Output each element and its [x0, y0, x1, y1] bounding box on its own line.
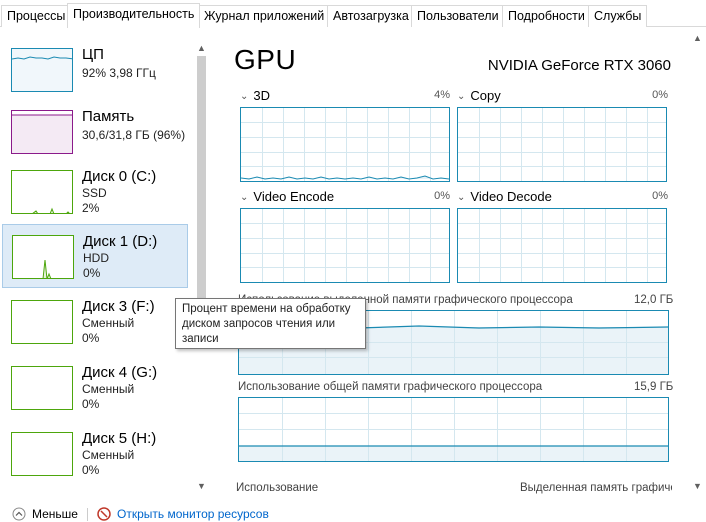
sidebar-item-disk-0[interactable]: Диск 0 (C:) SSD 2% [2, 160, 188, 224]
tooltip: Процент времени на обработку диском запр… [175, 298, 366, 349]
engine-graph-video-encode [240, 208, 450, 283]
sidebar-item-subtext: Сменный [82, 382, 135, 396]
engine-label: Video Decode [470, 189, 552, 204]
chevron-down-icon: ⌄ [457, 91, 466, 102]
sidebar-item-percent: 0% [82, 331, 100, 345]
page-title: GPU [234, 44, 297, 75]
cpu-thumbnail-graph [11, 48, 73, 92]
dedicated-memory-stat-label: Выделенная память графического процессор… [520, 482, 672, 494]
engine-percent: 0% [652, 89, 668, 101]
disk-0-thumbnail-graph [11, 170, 73, 214]
dedicated-memory-value: 12,0 ГБ [634, 294, 674, 306]
scroll-up-arrow-icon[interactable]: ▲ [689, 32, 706, 44]
sidebar-item-percent: 2% [82, 201, 100, 215]
sidebar-item-label: Диск 5 (H:) [82, 430, 157, 447]
sidebar-item-percent: 0% [82, 397, 100, 411]
tab-services[interactable]: Службы [588, 5, 648, 27]
engine-graph-video-decode [457, 208, 667, 283]
sidebar-item-label: Диск 1 (D:) [83, 233, 158, 250]
scrollbar-thumb[interactable] [197, 56, 206, 316]
sidebar-scrollbar[interactable]: ▲ ▼ [193, 42, 210, 494]
sidebar-item-subtext: HDD [83, 251, 109, 265]
engine-graph-3d [240, 107, 450, 182]
sidebar-item-memory[interactable]: Память 30,6/31,8 ГБ (96%) [2, 100, 188, 164]
tab-app-history[interactable]: Журнал приложений [198, 5, 331, 27]
sidebar-item-subtext: Сменный [82, 316, 135, 330]
fewer-details-button[interactable]: Меньше [12, 507, 78, 521]
shared-memory-graph [238, 397, 669, 462]
engine-selector-video-decode[interactable]: ⌄ Video Decode [457, 189, 552, 207]
tab-processes[interactable]: Процессы [1, 5, 72, 27]
tab-startup[interactable]: Автозагрузка [327, 5, 415, 27]
disk-1-thumbnail-graph [12, 235, 74, 279]
engine-label: Video Encode [253, 189, 335, 204]
engine-percent: 0% [434, 190, 450, 202]
sidebar-item-subtext: Сменный [82, 448, 135, 462]
disk-4-thumbnail-graph [11, 366, 73, 410]
sidebar-item-percent: 0% [82, 463, 100, 477]
sidebar: ЦП 92% 3,98 ГГц Память 30,6/31,8 ГБ (96%… [0, 28, 212, 494]
shared-memory-value: 15,9 ГБ [634, 381, 674, 393]
sidebar-item-disk-3[interactable]: Диск 3 (F:) Сменный 0% [2, 290, 188, 354]
usage-label: Использование [236, 482, 319, 494]
fewer-details-label: Меньше [32, 507, 78, 521]
sidebar-item-label: Диск 3 (F:) [82, 298, 155, 315]
sidebar-item-cpu[interactable]: ЦП 92% 3,98 ГГц [2, 38, 188, 102]
engine-label: Copy [470, 88, 501, 103]
chevron-up-icon [12, 507, 26, 521]
engine-graph-copy [457, 107, 667, 182]
footer: Меньше Открыть монитор ресурсов [0, 505, 706, 522]
chevron-down-icon: ⌄ [240, 91, 249, 102]
scroll-down-arrow-icon[interactable]: ▼ [193, 480, 210, 492]
engine-selector-video-encode[interactable]: ⌄ Video Encode [240, 189, 334, 207]
chevron-down-icon: ⌄ [457, 192, 466, 203]
gpu-model-name: NVIDIA GeForce RTX 3060 [487, 57, 671, 74]
sidebar-item-label: Память [82, 108, 135, 125]
sidebar-item-percent: 0% [83, 266, 101, 280]
tab-performance[interactable]: Производительность [67, 3, 201, 28]
sidebar-item-subtext: 92% 3,98 ГГц [82, 66, 156, 80]
sidebar-item-label: Диск 0 (C:) [82, 168, 157, 185]
open-resource-monitor-link[interactable]: Открыть монитор ресурсов [97, 507, 269, 521]
shared-memory-label: Использование общей памяти графического … [238, 381, 543, 393]
open-resource-monitor-label[interactable]: Открыть монитор ресурсов [117, 507, 269, 521]
sidebar-item-disk-1[interactable]: Диск 1 (D:) HDD 0% [2, 224, 188, 288]
tab-bar: Процессы Производительность Журнал прило… [0, 0, 706, 28]
engine-selector-3d[interactable]: ⌄ 3D [240, 88, 270, 106]
memory-thumbnail-graph [11, 110, 73, 154]
sidebar-item-disk-5[interactable]: Диск 5 (H:) Сменный 0% [2, 422, 188, 486]
engine-percent: 0% [652, 190, 668, 202]
disk-5-thumbnail-graph [11, 432, 73, 476]
disk-3-thumbnail-graph [11, 300, 73, 344]
sidebar-item-subtext: SSD [82, 186, 107, 200]
main-scrollbar[interactable]: ▲ ▼ [689, 30, 706, 494]
engine-label: 3D [253, 88, 271, 103]
sidebar-item-disk-4[interactable]: Диск 4 (G:) Сменный 0% [2, 356, 188, 420]
sidebar-item-label: Диск 4 (G:) [82, 364, 158, 381]
scroll-down-arrow-icon[interactable]: ▼ [689, 480, 706, 492]
footer-divider [87, 508, 88, 521]
tab-users[interactable]: Пользователи [411, 5, 505, 27]
scroll-up-arrow-icon[interactable]: ▲ [193, 42, 210, 54]
engine-selector-copy[interactable]: ⌄ Copy [457, 88, 501, 106]
sidebar-item-subtext: 30,6/31,8 ГБ (96%) [82, 128, 186, 142]
chevron-down-icon: ⌄ [240, 192, 249, 203]
sidebar-item-label: ЦП [82, 46, 104, 63]
tab-details[interactable]: Подробности [502, 5, 591, 27]
engine-percent: 4% [434, 89, 450, 101]
resource-monitor-icon [97, 507, 111, 521]
